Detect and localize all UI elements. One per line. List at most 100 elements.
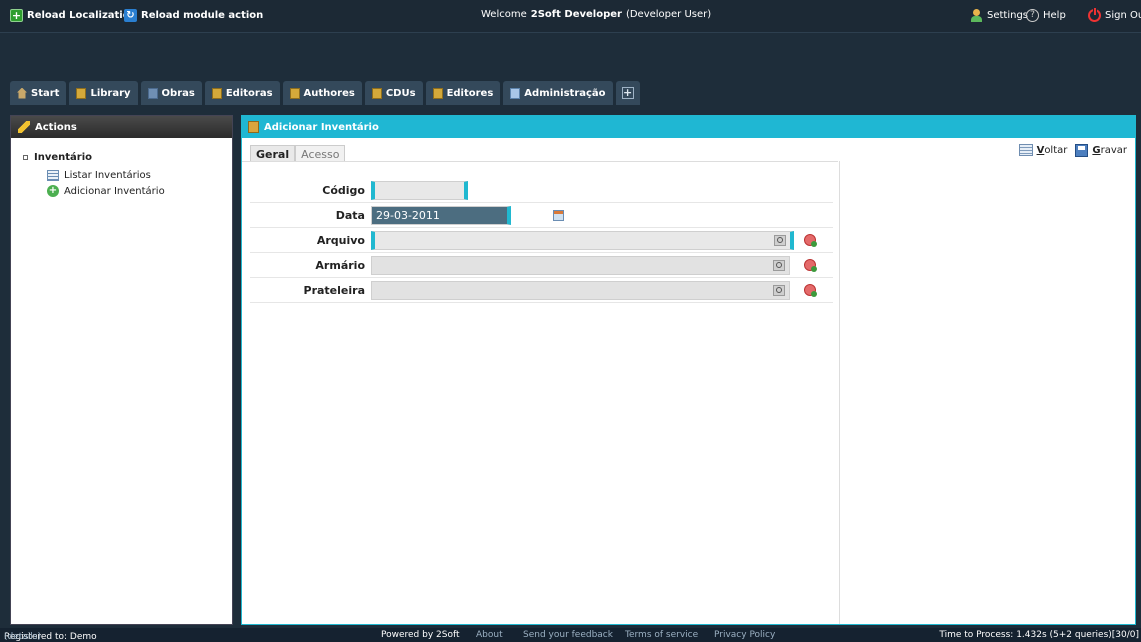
form-row-arquivo: Arquivo (250, 228, 833, 253)
feedback-link[interactable]: Send your feedback (523, 630, 613, 640)
gravar-accesskey: G (1092, 144, 1101, 156)
form-row-prateleira: Prateleira (250, 278, 833, 303)
tab-label: Editores (446, 87, 494, 99)
gravar-button[interactable]: Gravar (1075, 141, 1127, 159)
footer: Registered to: Demo (details) Powered by… (0, 628, 1141, 642)
settings-link[interactable]: Settings (970, 9, 1028, 22)
user-settings-icon (970, 9, 983, 22)
actions-tree: Inventário Listar Inventários + Adiciona… (11, 138, 232, 199)
actions-title: Actions (35, 121, 77, 133)
plus-icon: + (10, 9, 23, 22)
powered-by-text: Powered by 2Soft (381, 630, 460, 640)
search-icon[interactable] (773, 259, 785, 271)
book-icon (371, 87, 382, 99)
action-adicionar-inventario[interactable]: + Adicionar Inventário (47, 183, 232, 199)
tab-editoras[interactable]: Editoras (204, 81, 280, 105)
tab-label: Authores (303, 87, 355, 99)
help-label: Help (1043, 10, 1066, 21)
book-icon (432, 87, 443, 99)
gravar-rest: ravar (1100, 144, 1127, 156)
tab-label: Library (90, 87, 131, 99)
clear-icon[interactable] (804, 234, 817, 247)
power-icon (1088, 7, 1101, 22)
tree-node-label: Inventário (34, 152, 93, 163)
voltar-rest: oltar (1044, 144, 1068, 156)
settings-label: Settings (987, 10, 1029, 21)
tab-cdus[interactable]: CDUs (364, 81, 423, 105)
tab-geral[interactable]: Geral (250, 145, 296, 162)
tab-acesso[interactable]: Acesso (295, 145, 346, 162)
tab-editores[interactable]: Editores (425, 81, 501, 105)
details-link[interactable]: (details) (4, 632, 41, 642)
welcome-prefix: Welcome (481, 9, 527, 20)
module-tabs: Start Library Obras Editoras Authores CD… (10, 81, 640, 105)
welcome-text: Welcome 2Soft Developer (Developer User) (481, 9, 711, 20)
pencil-icon (18, 121, 30, 133)
user-name: 2Soft Developer (530, 9, 622, 20)
reload-icon: ↻ (124, 9, 137, 22)
privacy-link[interactable]: Privacy Policy (714, 630, 775, 640)
book-icon (211, 87, 222, 99)
form-tabs: Geral Acesso (250, 145, 346, 162)
help-link[interactable]: ? Help (1026, 9, 1066, 22)
list-icon (47, 169, 59, 181)
panel-divider (839, 161, 840, 624)
main-panel: Adicionar Inventário Geral Acesso Voltar… (241, 115, 1136, 625)
tab-authores[interactable]: Authores (282, 81, 362, 105)
home-icon (17, 87, 27, 99)
reload-localization-button[interactable]: + Reload Localization (10, 9, 137, 22)
book-icon (289, 87, 300, 99)
tab-label: CDUs (385, 87, 416, 99)
clear-icon[interactable] (804, 284, 817, 297)
search-icon[interactable] (774, 234, 786, 246)
voltar-button[interactable]: Voltar (1018, 141, 1068, 159)
form-row-data: Data 29-03-2011 (250, 203, 833, 228)
about-link[interactable]: About (476, 630, 503, 640)
codigo-input[interactable] (371, 180, 468, 200)
tab-obras[interactable]: Obras (140, 81, 202, 105)
reload-localization-label: Reload Localization (27, 10, 137, 21)
book-icon (76, 87, 87, 99)
add-icon: + (47, 185, 59, 197)
plus-icon: + (621, 86, 634, 99)
actions-panel: Actions Inventário Listar Inventários + … (10, 115, 233, 625)
sign-out-label: Sign Out (1105, 10, 1141, 21)
tab-start[interactable]: Start (10, 81, 67, 105)
form-toolbar: Voltar Gravar (1018, 141, 1127, 159)
action-label: Listar Inventários (64, 169, 151, 181)
tab-library[interactable]: Library (69, 81, 138, 105)
prateleira-label: Prateleira (303, 283, 365, 297)
main-header: Adicionar Inventário (242, 116, 1135, 138)
books-icon (147, 87, 158, 99)
top-bar: + Reload Localization ↻ Reload module ac… (0, 0, 1141, 33)
inventory-form: Código Data 29-03-2011 Arquivo Armário P… (250, 178, 833, 303)
user-role: (Developer User) (625, 9, 712, 20)
data-label: Data (335, 208, 365, 222)
form-row-codigo: Código (250, 178, 833, 203)
gravar-label: Gravar (1092, 145, 1127, 156)
tab-label: Editoras (225, 87, 273, 99)
calendar-icon[interactable] (553, 209, 564, 221)
action-listar-inventarios[interactable]: Listar Inventários (47, 167, 232, 183)
process-time: Time to Process: 1.432s (5+2 queries)[30… (939, 630, 1139, 640)
reload-module-button[interactable]: ↻ Reload module action (124, 9, 263, 22)
add-tab-button[interactable]: + (615, 81, 640, 105)
search-icon[interactable] (773, 284, 785, 296)
terms-link[interactable]: Terms of service (625, 630, 698, 640)
tab-label: Administração (524, 87, 606, 99)
armario-input[interactable] (371, 255, 790, 275)
arquivo-label: Arquivo (316, 233, 365, 247)
tab-divider (242, 161, 838, 162)
clear-icon[interactable] (804, 259, 817, 272)
sign-out-link[interactable]: Sign Out (1088, 7, 1141, 22)
prateleira-input[interactable] (371, 280, 790, 300)
tab-label: Obras (161, 87, 195, 99)
actions-header: Actions (11, 116, 232, 138)
codigo-label: Código (322, 183, 365, 197)
arquivo-input[interactable] (371, 230, 794, 250)
tree-node-inventario[interactable]: Inventário (23, 152, 232, 163)
monitor-icon (510, 87, 521, 99)
collapse-icon (23, 155, 28, 160)
data-input[interactable]: 29-03-2011 (371, 205, 511, 225)
tab-administracao[interactable]: Administração (503, 81, 613, 105)
